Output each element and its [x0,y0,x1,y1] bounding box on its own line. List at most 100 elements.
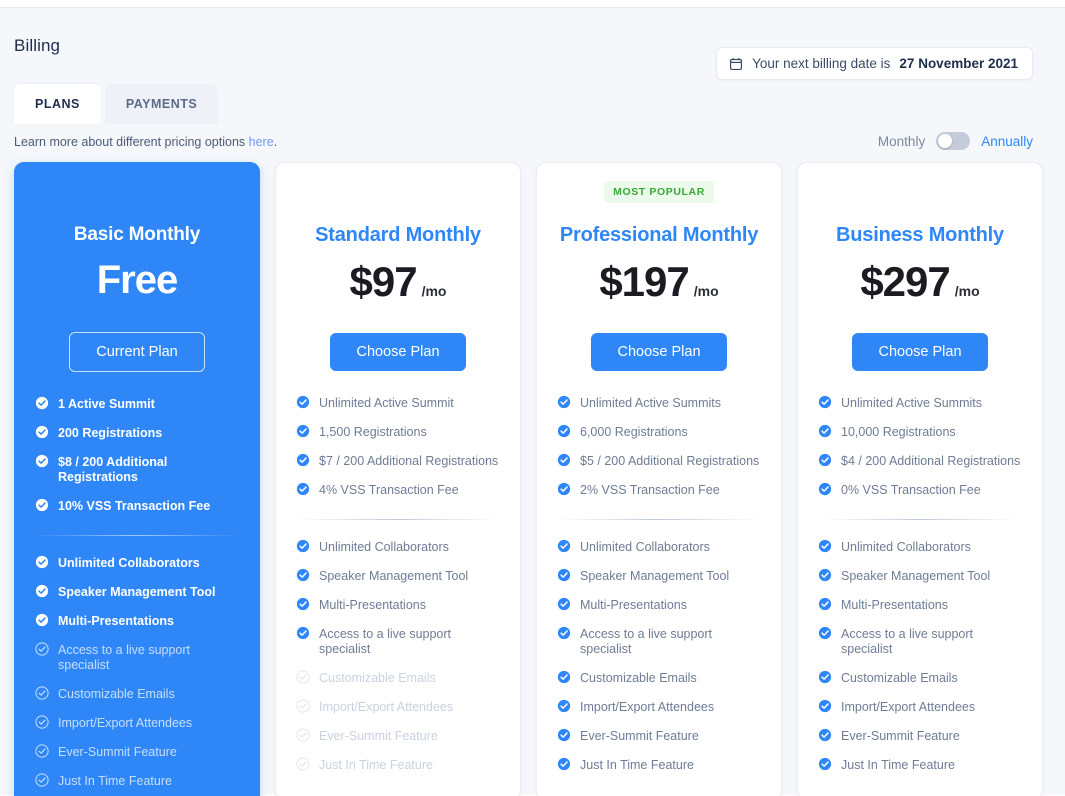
feature-item: Ever-Summit Feature [818,728,1022,744]
pricing-options-link[interactable]: here [249,135,274,149]
feature-label: Import/Export Attendees [58,716,193,730]
plan-name: Professional Monthly [559,224,759,246]
feature-label: Just In Time Feature [841,758,955,772]
feature-label: Import/Export Attendees [580,700,715,714]
feature-list: Unlimited Active Summits 10,000 Registrat… [818,395,1022,773]
check-filled-icon [818,539,832,553]
check-filled-icon [557,597,571,611]
learn-more-label: Learn more about different pricing optio… [14,135,246,149]
plan-price: $297/mo [818,261,1022,309]
plan-price-amount: $197 [599,258,689,305]
plan-price-amount: Free [96,258,178,302]
feature-label: Unlimited Collaborators [580,540,710,554]
feature-list: Unlimited Active Summit 1,500 Registratio… [296,395,500,773]
plan-price-period: /mo [954,283,980,299]
plan-card: Basic Monthly Free Current Plan 1 Active Su… [14,162,260,796]
feature-item: Just In Time Feature [35,773,239,789]
choose-plan-button[interactable]: Choose Plan [330,333,466,371]
plan-price: $197/mo [557,261,761,309]
check-filled-icon [557,482,571,496]
plan-name: Standard Monthly [315,224,481,246]
feature-label: Unlimited Collaborators [841,540,971,554]
feature-label: $4 / 200 Additional Registrations [841,454,1021,468]
feature-divider [35,535,239,536]
feature-item: Unlimited Collaborators [818,539,1022,555]
feature-item: Import/Export Attendees [296,699,500,715]
choose-plan-button[interactable]: Choose Plan [591,333,727,371]
feature-item: Multi-Presentations [35,613,239,629]
check-outline-icon [296,699,310,713]
plan-badge-slot [818,181,1022,207]
feature-label: Speaker Management Tool [58,585,216,599]
current-plan-button[interactable]: Current Plan [69,332,205,372]
feature-item: Import/Export Attendees [35,715,239,731]
feature-item: 4% VSS Transaction Fee [296,482,500,498]
check-outline-icon [35,773,49,787]
tab-payments[interactable]: PAYMENTS [104,84,219,124]
feature-item: Speaker Management Tool [296,568,500,584]
tab-plans[interactable]: PLANS [14,84,101,124]
feature-divider [557,519,761,520]
feature-label: 4% VSS Transaction Fee [319,483,459,497]
feature-item: 200 Registrations [35,425,239,441]
feature-label: Just In Time Feature [580,758,694,772]
feature-label: $8 / 200 Additional Registrations [58,455,168,484]
feature-label: 10% VSS Transaction Fee [58,499,211,513]
feature-label: Access to a live support specialist [580,627,713,656]
billing-cycle-toggle[interactable] [936,132,971,150]
feature-item: $5 / 200 Additional Registrations [557,453,761,469]
plan-badge-slot [35,181,239,207]
plan-card: MOST POPULAR Professional Monthly $197/mo C… [536,162,782,796]
cycle-label-monthly[interactable]: Monthly [878,134,925,149]
plan-card: Business Monthly $297/mo Choose Plan Unlimi… [797,162,1043,796]
check-filled-icon [557,424,571,438]
feature-item: Multi-Presentations [818,597,1022,613]
feature-label: Multi-Presentations [319,598,426,612]
feature-item: Speaker Management Tool [557,568,761,584]
feature-item: Multi-Presentations [557,597,761,613]
cycle-label-annually[interactable]: Annually [981,134,1033,149]
feature-item: $4 / 200 Additional Registrations [818,453,1022,469]
check-filled-icon [296,482,310,496]
check-filled-icon [557,728,571,742]
feature-label: Just In Time Feature [58,774,172,788]
feature-label: Import/Export Attendees [841,700,976,714]
check-filled-icon [557,626,571,640]
plan-price-period: /mo [421,283,447,299]
choose-plan-button[interactable]: Choose Plan [852,333,988,371]
feature-label: 2% VSS Transaction Fee [580,483,720,497]
feature-item: 1 Active Summit [35,396,239,412]
feature-label: Unlimited Active Summits [841,396,983,410]
check-filled-icon [818,670,832,684]
feature-label: Unlimited Active Summit [319,396,454,410]
check-filled-icon [296,597,310,611]
feature-label: Just In Time Feature [319,758,433,772]
next-billing-date-pill: Your next billing date is 27 November 20… [716,47,1033,80]
feature-label: Multi-Presentations [580,598,687,612]
billing-cycle-switcher: Monthly Annually [878,132,1033,150]
feature-item: 1,500 Registrations [296,424,500,440]
feature-label: Unlimited Active Summits [580,396,722,410]
check-filled-icon [818,395,832,409]
check-filled-icon [818,482,832,496]
feature-list: Unlimited Active Summits 6,000 Registrati… [557,395,761,773]
check-filled-icon [818,597,832,611]
check-outline-icon [35,686,49,700]
feature-item: Unlimited Active Summit [296,395,500,411]
feature-item: Just In Time Feature [557,757,761,773]
feature-label: $5 / 200 Additional Registrations [580,454,760,468]
plan-name: Business Monthly [836,224,1004,246]
check-filled-icon [818,699,832,713]
check-filled-icon [557,453,571,467]
check-filled-icon [818,626,832,640]
plan-name: Basic Monthly [73,224,201,245]
check-filled-icon [557,757,571,771]
check-filled-icon [35,425,49,439]
check-filled-icon [557,395,571,409]
feature-label: Speaker Management Tool [319,569,469,583]
check-filled-icon [818,424,832,438]
check-filled-icon [557,670,571,684]
feature-item: Import/Export Attendees [557,699,761,715]
feature-item: Customizable Emails [35,686,239,702]
feature-label: 6,000 Registrations [580,425,688,439]
